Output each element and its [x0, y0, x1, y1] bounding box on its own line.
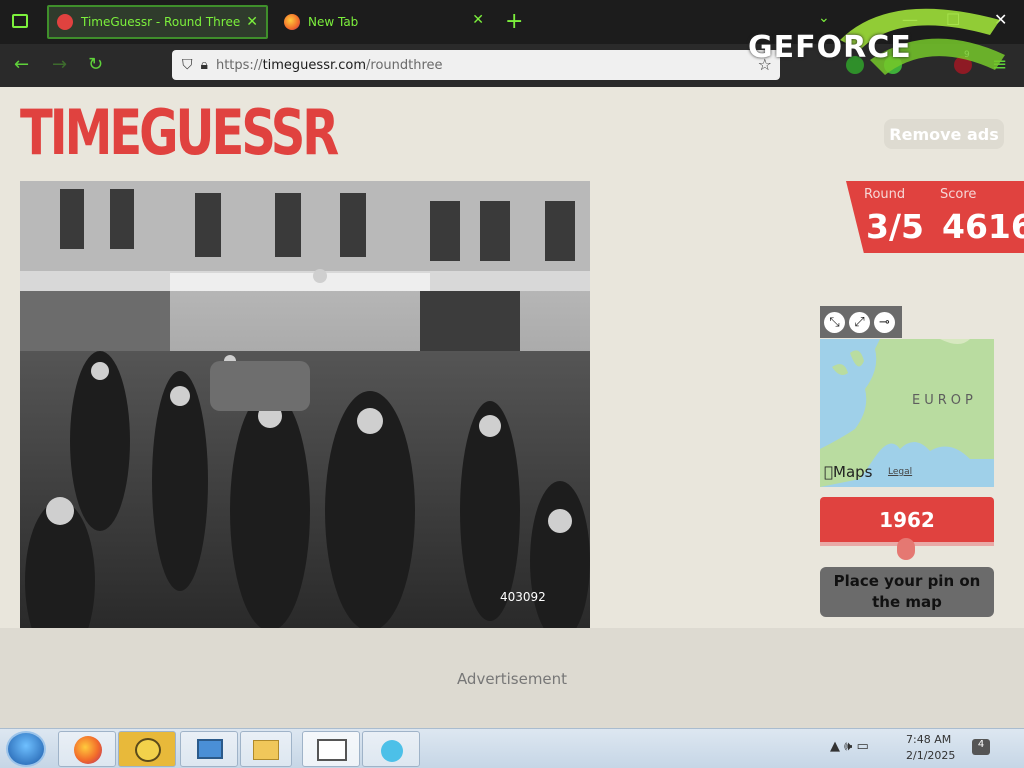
chevron-down-icon[interactable]: ⌄ [818, 10, 830, 26]
taskbar-app-globe[interactable] [362, 731, 420, 767]
lock-icon[interactable]: 🔒︎ [201, 57, 208, 73]
new-tab-button[interactable]: + [505, 9, 523, 34]
shield-icon[interactable]: ⛉ [182, 57, 193, 73]
pin-icon[interactable]: ⊸ [874, 311, 895, 333]
firefox-icon [74, 736, 102, 764]
forward-arrow-icon[interactable]: → [52, 54, 67, 75]
url-host: timeguessr.com [262, 57, 367, 73]
page-content: TIMEGUESSR Remove ads 403092 Round 3/5 S… [0, 87, 1024, 628]
firefox-favicon-icon [284, 14, 300, 30]
notification-icon[interactable]: 4 [972, 739, 990, 755]
system-tray[interactable]: ▲ 🕪︎ ▭ [830, 739, 869, 754]
round-value: 3/5 [866, 207, 924, 246]
maps-legal-link[interactable]: Legal [888, 467, 912, 477]
year-slider-thumb[interactable] [897, 538, 915, 560]
geforce-logo: GEFORCE [748, 30, 912, 65]
advertisement-label: Advertisement [456, 670, 568, 688]
map-toolbar: ⤡ ⤢ ⊸ [820, 306, 902, 338]
maps-attribution: Maps [824, 463, 873, 481]
taskbar: ▲ 🕪︎ ▭ 7:48 AM 2/1/2025 4 [0, 728, 1024, 768]
historical-photo: 403092 [20, 181, 590, 628]
year-display: 1962 [820, 497, 994, 542]
tab-new-tab[interactable]: New Tab ✕ [276, 5, 492, 39]
bee-icon [135, 738, 161, 762]
address-bar[interactable]: ⛉ 🔒︎ https://timeguessr.com/roundthree ☆ [172, 50, 780, 80]
folder-icon [253, 740, 279, 760]
clock-time: 7:48 AM [906, 733, 952, 746]
close-tab-icon[interactable]: ✕ [472, 12, 484, 28]
taskbar-firefox[interactable] [58, 731, 116, 767]
clock-date: 2/1/2025 [906, 749, 956, 762]
score-value: 4616 [942, 207, 1024, 246]
advertisement-area: Advertisement [0, 628, 1024, 728]
window-icon [317, 739, 347, 761]
tab-label: New Tab [308, 15, 359, 29]
start-button[interactable] [6, 731, 46, 767]
reload-icon[interactable]: ↻ [88, 54, 103, 75]
monitor-icon [197, 739, 223, 759]
url-path: /roundthree [366, 57, 443, 73]
tab-list-button[interactable] [12, 14, 28, 28]
taskbar-window[interactable] [302, 731, 360, 767]
score-panel: Round 3/5 Score 4616 [846, 181, 1024, 253]
taskbar-remote-desktop[interactable] [180, 731, 238, 767]
taskbar-app-bee[interactable] [118, 731, 176, 767]
photo-caption: 403092 [500, 590, 546, 604]
url-scheme: https:// [215, 57, 263, 73]
tab-label: TimeGuessr - Round Three [81, 15, 241, 29]
expand-icon[interactable]: ⤡ [824, 311, 845, 333]
shrink-icon[interactable]: ⤢ [849, 311, 870, 333]
map-region-label: EUROP [912, 393, 977, 408]
timeguessr-favicon-icon [57, 14, 73, 30]
photo-image: 403092 [20, 181, 590, 628]
remove-ads-button[interactable]: Remove ads [884, 119, 1004, 149]
score-label: Score [940, 187, 977, 202]
globe-icon [381, 740, 403, 762]
taskbar-file-explorer[interactable] [240, 731, 292, 767]
round-label: Round [864, 187, 906, 202]
back-arrow-icon[interactable]: ← [14, 54, 29, 75]
timeguessr-logo[interactable]: TIMEGUESSR [20, 97, 339, 170]
guess-map[interactable]: EUROP Maps Legal [820, 339, 994, 487]
tab-timeguessr[interactable]: TimeGuessr - Round Three ✕ [47, 5, 268, 39]
clock[interactable]: 7:48 AM 2/1/2025 [906, 732, 955, 764]
close-tab-icon[interactable]: ✕ [246, 14, 258, 30]
place-pin-button[interactable]: Place your pin on the map [820, 567, 994, 617]
